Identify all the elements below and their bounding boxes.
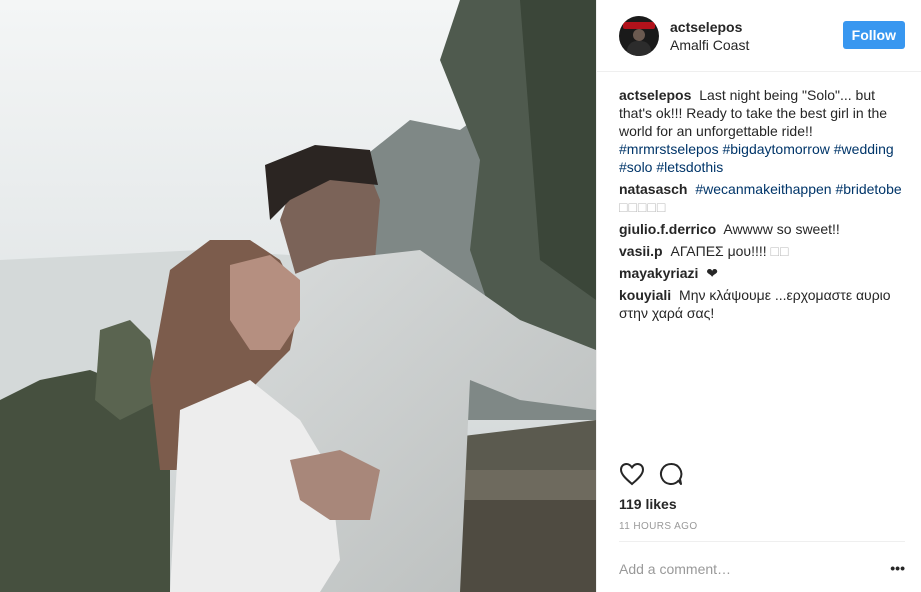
- hashtag[interactable]: #bridetobe: [835, 181, 901, 197]
- hashtag[interactable]: #mrmrstselepos: [619, 141, 719, 157]
- couple-photo: [0, 0, 596, 592]
- more-options-button[interactable]: •••: [890, 560, 905, 576]
- comment-item: natasasch #wecanmakeithappen #bridetobe …: [619, 180, 905, 216]
- caption-username[interactable]: actselepos: [619, 87, 691, 103]
- post-photo[interactable]: [0, 0, 596, 592]
- comment-text: ❤: [706, 265, 719, 281]
- comment-text: Awwww so sweet!!: [723, 221, 840, 237]
- comment-item: mayakyriazi ❤: [619, 264, 905, 282]
- hashtag[interactable]: #letsdothis: [656, 159, 723, 175]
- action-bar: [619, 462, 683, 491]
- follow-button[interactable]: Follow: [842, 21, 905, 49]
- instagram-post: actselepos Amalfi Coast Follow actselepo…: [0, 0, 921, 592]
- timestamp: 11 HOURS AGO: [619, 521, 698, 532]
- comment-item: giulio.f.derrico Awwww so sweet!!: [619, 220, 905, 238]
- emoji-glyphs: □□: [770, 243, 790, 259]
- hashtag[interactable]: #solo: [619, 159, 652, 175]
- add-comment-input[interactable]: Add a comment…: [619, 561, 731, 577]
- comment-list: actselepos Last night being "Solo"... bu…: [597, 72, 921, 444]
- hashtag[interactable]: #wedding: [834, 141, 894, 157]
- comment-text: ΑΓΑΠΕΣ μου!!!!: [670, 243, 767, 259]
- post-sidebar: actselepos Amalfi Coast Follow actselepo…: [596, 0, 921, 592]
- caption: actselepos Last night being "Solo"... bu…: [619, 86, 905, 176]
- likes-count[interactable]: 119 likes: [619, 496, 677, 512]
- comment-username[interactable]: vasii.p: [619, 243, 663, 259]
- emoji-glyphs: □□□□□: [619, 199, 667, 215]
- comment-item: vasii.p ΑΓΑΠΕΣ μου!!!! □□: [619, 242, 905, 260]
- post-header: actselepos Amalfi Coast Follow: [597, 0, 921, 72]
- heart-icon[interactable]: [619, 462, 645, 491]
- avatar[interactable]: [619, 15, 659, 56]
- comment-username[interactable]: kouyiali: [619, 287, 671, 303]
- comment-item: kouyiali Μην κλάψουμε ...ερχομαστε αυριο…: [619, 286, 905, 322]
- comment-username[interactable]: mayakyriazi: [619, 265, 698, 281]
- hashtag[interactable]: #bigdaytomorrow: [722, 141, 829, 157]
- comment-icon[interactable]: [659, 462, 683, 491]
- comment-username[interactable]: giulio.f.derrico: [619, 221, 716, 237]
- divider: [619, 541, 905, 542]
- hashtag[interactable]: #wecanmakeithappen: [695, 181, 831, 197]
- comment-username[interactable]: natasasch: [619, 181, 687, 197]
